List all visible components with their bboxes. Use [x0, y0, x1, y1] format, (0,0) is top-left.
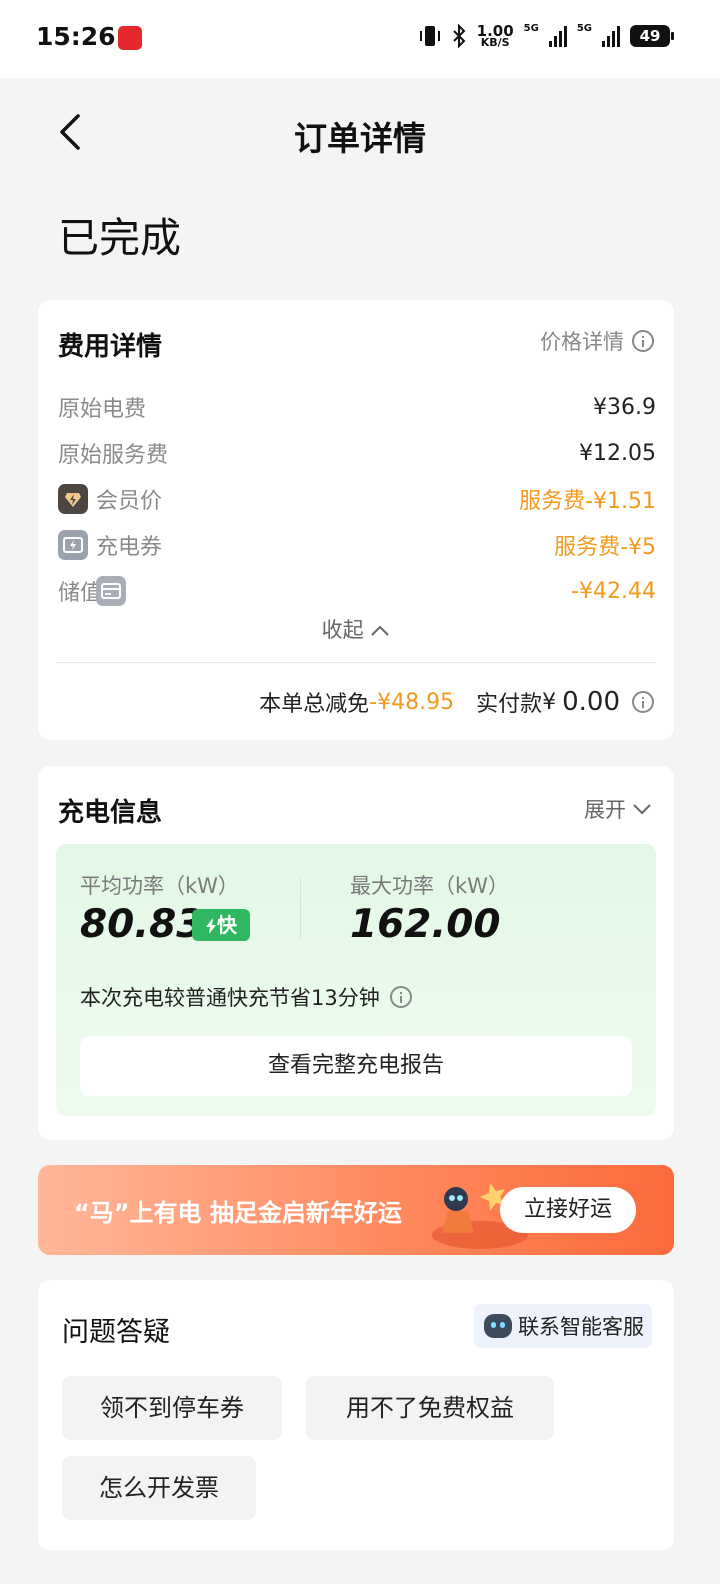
max-power-label: 最大功率（kW）	[350, 874, 509, 898]
time-saved-text: 本次充电较普通快充节省13分钟	[80, 986, 380, 1010]
paid-label: 实付款	[476, 692, 543, 717]
max-power-value: 162.00	[350, 902, 501, 947]
collapse-label: 收起	[321, 618, 364, 642]
fee-row-value: ¥36.9	[593, 394, 656, 420]
promo-banner-button[interactable]: 立接好运	[500, 1187, 636, 1233]
expand-button[interactable]: 展开	[584, 794, 652, 824]
chevron-down-icon	[633, 804, 651, 815]
price-detail-link[interactable]: 价格详情	[540, 326, 654, 356]
fee-row-label: 充电券	[96, 535, 163, 560]
order-status: 已完成	[58, 214, 181, 262]
view-full-report-button[interactable]: 查看完整充电报告	[80, 1036, 632, 1096]
network-speed: 1.00 KB/S	[477, 24, 514, 49]
faq-question-chip[interactable]: 领不到停车券	[62, 1376, 282, 1440]
fee-details-title: 费用详情	[58, 332, 163, 362]
status-icons: 1.00 KB/S 5G 5G 49	[419, 22, 674, 49]
faq-title: 问题答疑	[62, 1317, 170, 1348]
time-saved-note: 本次充电较普通快充节省13分钟	[80, 982, 412, 1012]
expand-label: 展开	[584, 798, 626, 822]
status-time: 15:26	[36, 22, 116, 51]
battery-indicator: 49	[630, 25, 674, 47]
fee-row-original-service: 原始服务费 ¥12.05	[58, 438, 656, 469]
fee-details-card: 费用详情 价格详情 原始电费 ¥36.9 原始服务费 ¥12.05 会员价 服务…	[38, 300, 674, 740]
contact-support-label: 联系智能客服	[518, 1315, 644, 1339]
fee-row-original-electricity: 原始电费 ¥36.9	[58, 392, 656, 423]
price-detail-label: 价格详情	[540, 330, 624, 354]
network-type-1: 5G	[523, 22, 539, 34]
chevron-up-icon	[371, 625, 390, 636]
fee-row-member-price: 会员价 服务费-¥1.51	[58, 484, 656, 514]
avg-power-label: 平均功率（kW）	[80, 874, 239, 898]
app-notification-icon	[118, 26, 142, 50]
fee-row-stored-card: 储值卡 -¥42.44	[58, 576, 656, 606]
fee-row-label: 原始服务费	[58, 443, 169, 468]
total-discount-label: 本单总减免	[259, 692, 370, 717]
fee-row-label: 原始电费	[58, 397, 147, 422]
collapse-button[interactable]: 收起	[38, 614, 674, 644]
fast-badge-label: 快	[217, 913, 237, 937]
fee-row-label: 会员价	[96, 489, 163, 514]
divider	[56, 662, 656, 663]
fee-row-value: 服务费-¥5	[554, 535, 656, 560]
faq-question-chip[interactable]: 用不了免费权益	[306, 1376, 554, 1440]
network-type-2: 5G	[576, 22, 592, 34]
charge-metrics-panel: 平均功率（kW） 80.83 快 最大功率（kW） 162.00 本次充电较普通…	[56, 844, 656, 1116]
fee-row-coupon: 充电券 服务费-¥5	[58, 530, 656, 560]
paid-amount: 0.00	[562, 687, 620, 717]
page-header: 订单详情	[0, 78, 720, 188]
fee-row-value: ¥12.05	[579, 440, 656, 466]
promo-banner[interactable]: “马”上有电 抽足金启新年好运 立接好运	[38, 1165, 674, 1255]
fee-row-value: 服务费-¥1.51	[519, 489, 656, 514]
contact-support-button[interactable]: 联系智能客服	[474, 1304, 652, 1348]
avg-power-value: 80.83	[80, 902, 204, 947]
promo-banner-text: “马”上有电 抽足金启新年好运	[74, 1199, 402, 1227]
signal-strength-2-icon	[602, 25, 620, 47]
member-diamond-icon	[58, 484, 88, 514]
bluetooth-icon	[452, 24, 466, 48]
total-discount-value: -¥48.95	[369, 689, 455, 715]
time-saved-info-icon[interactable]	[389, 986, 412, 1008]
charge-info-title: 充电信息	[58, 798, 163, 828]
faq-question-chip[interactable]: 怎么开发票	[62, 1456, 256, 1520]
faq-card: 问题答疑 联系智能客服 领不到停车券 用不了免费权益 怎么开发票	[38, 1280, 674, 1550]
coupon-icon	[58, 530, 88, 560]
payment-summary: 本单总减免 -¥48.95 实付款 ¥ 0.00	[259, 686, 654, 718]
signal-strength-1-icon	[548, 25, 567, 47]
vibrate-icon	[419, 26, 440, 46]
page-title: 订单详情	[294, 119, 426, 158]
lightning-icon	[206, 918, 216, 934]
info-icon	[632, 330, 654, 352]
fee-row-value: -¥42.44	[571, 578, 656, 604]
card-icon	[96, 576, 126, 606]
status-bar: 15:26 1.00 KB/S 5G 5G 49	[0, 0, 720, 78]
network-speed-unit: KB/S	[480, 36, 510, 49]
metric-divider	[300, 878, 301, 938]
paid-currency: ¥	[542, 689, 557, 715]
fast-charge-badge: 快	[192, 909, 250, 941]
paid-info-icon[interactable]	[632, 691, 654, 713]
charge-info-card: 充电信息 展开 平均功率（kW） 80.83 快 最大功率（kW） 162.00…	[38, 766, 674, 1140]
robot-icon	[484, 1314, 512, 1338]
